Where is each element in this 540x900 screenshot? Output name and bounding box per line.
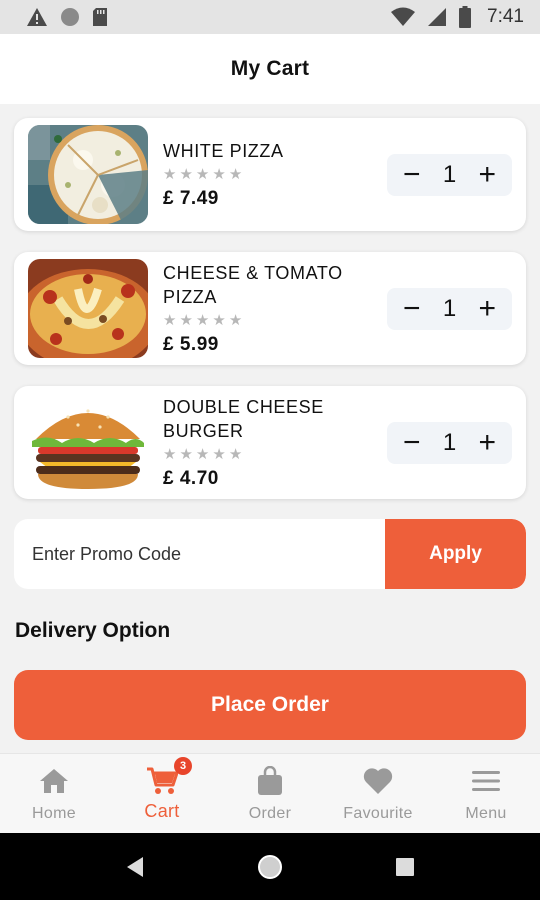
increase-quantity-button[interactable]: + [478,159,496,190]
item-price: £ 5.99 [163,334,219,355]
double-cheese-burger-image [28,393,148,492]
rating-stars: ★ ★ ★ ★ ★ [163,312,383,330]
star-icon: ★ [195,166,210,183]
signal-icon [428,8,447,26]
nav-item-cart[interactable]: 3 Cart [108,754,216,833]
page-title: My Cart [230,57,310,80]
star-icon: ★ [228,312,243,329]
bag-icon [257,765,283,797]
star-icon: ★ [212,312,226,329]
star-icon: ★ [228,166,243,183]
cart-list: WHITE PIZZA ★ ★ ★ ★ ★ £ 7.49 − 1 + CHEES… [14,118,526,520]
item-info: DOUBLE CHEESE BURGER ★ ★ ★ ★ ★ £ 4.70 [163,386,383,499]
delivery-option-heading[interactable]: Delivery Option [15,619,170,643]
item-name: WHITE PIZZA [163,141,284,161]
star-icon: ★ [179,312,193,329]
star-icon: ★ [212,446,226,463]
cart-item[interactable]: WHITE PIZZA ★ ★ ★ ★ ★ £ 7.49 − 1 + [14,118,526,231]
increase-quantity-button[interactable]: + [478,427,496,458]
item-name: CHEESE & TOMATO PIZZA [163,263,343,307]
cart-item[interactable]: DOUBLE CHEESE BURGER ★ ★ ★ ★ ★ £ 4.70 − … [14,386,526,499]
nav-label: Home [32,804,76,822]
home-icon [39,765,69,797]
nav-label: Menu [465,804,507,822]
promo-code-input[interactable] [14,519,385,589]
star-icon: ★ [195,446,210,463]
quantity-stepper: − 1 + [387,287,512,330]
item-info: WHITE PIZZA ★ ★ ★ ★ ★ £ 7.49 [163,118,383,231]
star-icon: ★ [195,312,210,329]
star-icon: ★ [163,166,177,183]
star-icon: ★ [228,446,243,463]
status-left [26,7,108,27]
rating-stars: ★ ★ ★ ★ ★ [163,166,383,184]
quantity-value: 1 [442,294,457,322]
bottom-nav: Home 3 Cart Order Favourite Menu [0,753,540,833]
cheese-tomato-pizza-image [28,259,148,358]
nav-label: Favourite [343,804,413,822]
item-price: £ 4.70 [163,468,219,489]
star-icon: ★ [179,446,193,463]
place-order-button[interactable]: Place Order [14,670,526,740]
system-navigation-bar [0,833,540,900]
decrease-quantity-button[interactable]: − [403,427,421,458]
recents-icon[interactable] [395,857,415,877]
cart-item[interactable]: CHEESE & TOMATO PIZZA ★ ★ ★ ★ ★ £ 5.99 −… [14,252,526,365]
nav-item-order[interactable]: Order [216,754,324,833]
home-button-icon[interactable] [256,853,284,881]
nav-label: Cart [144,801,180,821]
item-price: £ 7.49 [163,188,219,209]
star-icon: ★ [179,166,193,183]
app-header: My Cart [0,34,540,104]
menu-icon [472,765,500,797]
star-icon: ★ [212,166,226,183]
sd-card-icon [93,8,107,26]
white-pizza-image [28,125,148,224]
wifi-icon [391,7,416,26]
promo-code-section: Apply [14,519,526,589]
back-icon[interactable] [125,856,145,878]
status-time: 7:41 [487,6,524,27]
rating-stars: ★ ★ ★ ★ ★ [163,446,383,464]
quantity-value: 1 [442,428,457,456]
quantity-stepper: − 1 + [387,421,512,464]
circle-icon [61,8,79,26]
item-info: CHEESE & TOMATO PIZZA ★ ★ ★ ★ ★ £ 5.99 [163,252,383,365]
decrease-quantity-button[interactable]: − [403,293,421,324]
increase-quantity-button[interactable]: + [478,293,496,324]
item-name: DOUBLE CHEESE BURGER [163,397,324,441]
nav-item-menu[interactable]: Menu [432,754,540,833]
cart-count-badge: 3 [174,757,192,775]
warning-icon [27,8,47,26]
quantity-value: 1 [442,160,457,188]
heart-icon [363,765,393,797]
battery-icon [459,6,472,28]
decrease-quantity-button[interactable]: − [403,159,421,190]
nav-label: Order [248,804,292,822]
status-right: 7:41 [391,6,524,28]
nav-item-home[interactable]: Home [0,754,108,833]
quantity-stepper: − 1 + [387,153,512,196]
cart-icon: 3 [146,757,192,797]
apply-button[interactable]: Apply [385,519,526,589]
nav-item-favourite[interactable]: Favourite [324,754,432,833]
star-icon: ★ [163,312,177,329]
star-icon: ★ [163,446,177,463]
status-bar: 7:41 [0,0,540,34]
